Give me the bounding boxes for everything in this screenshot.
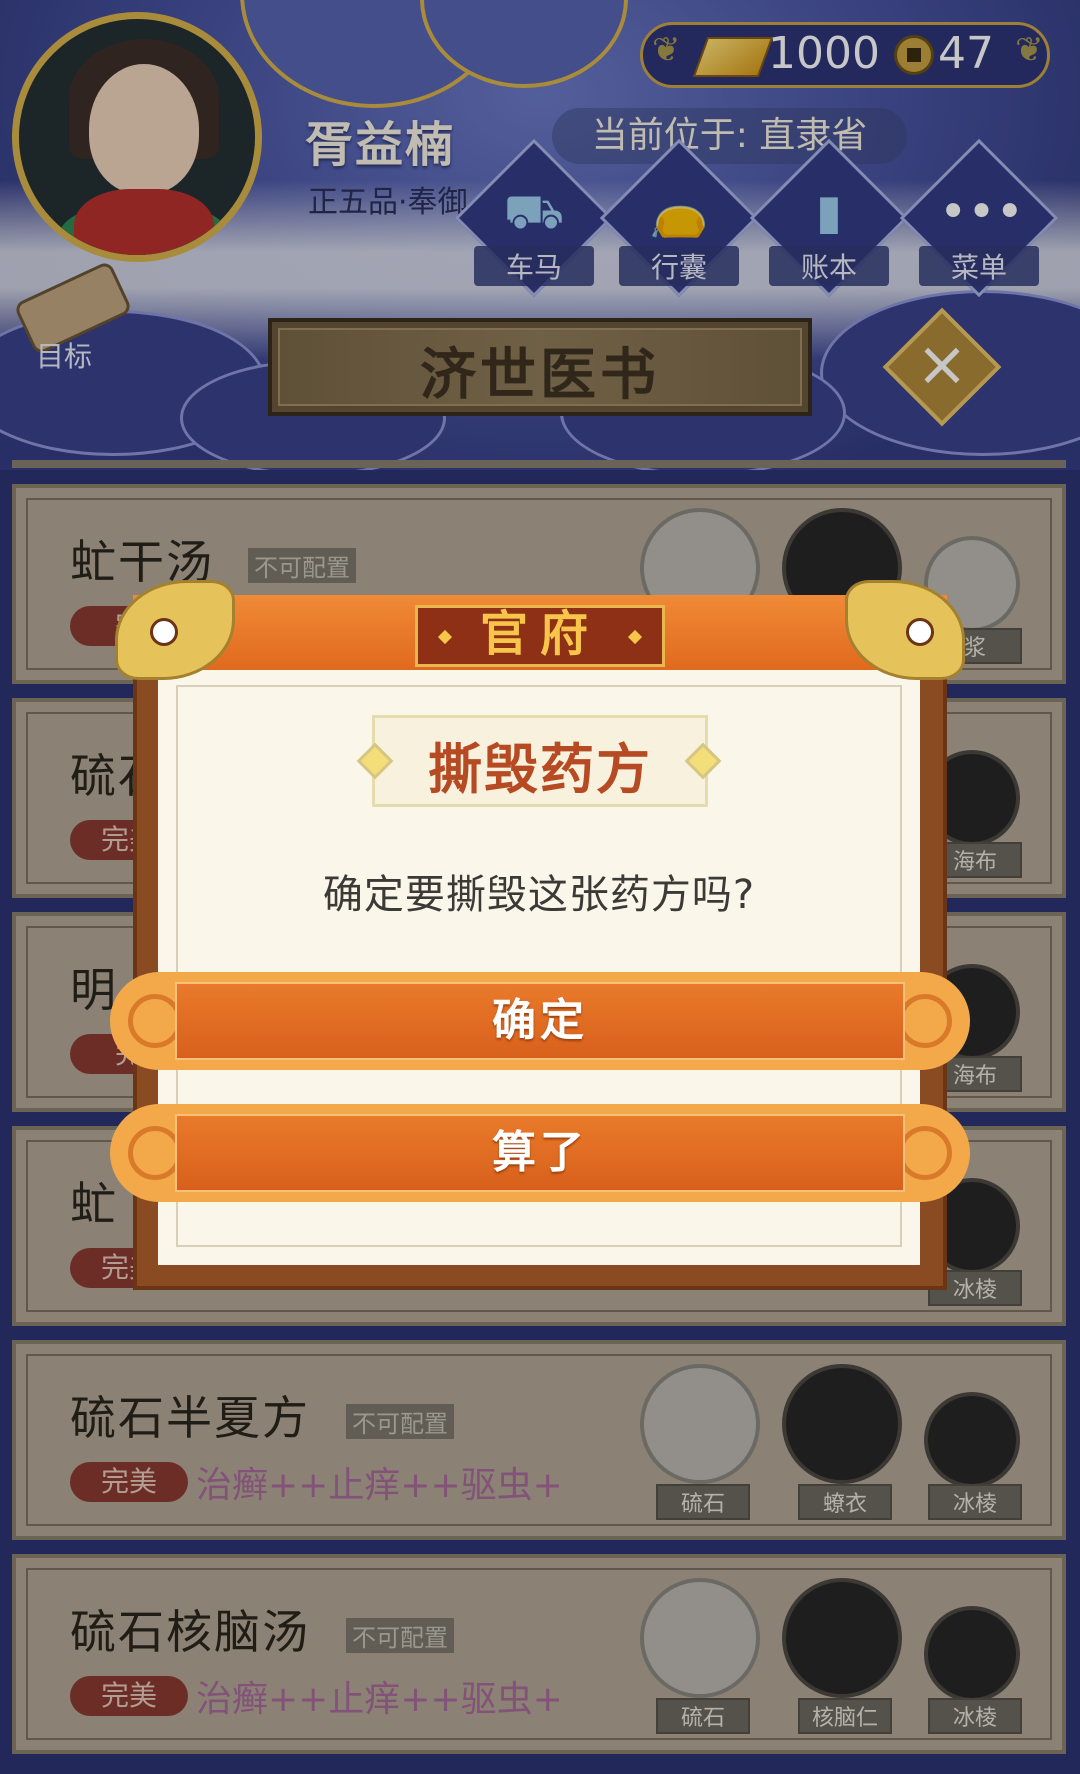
dialog-header: 官府	[479, 606, 600, 662]
ornament-hole	[906, 618, 934, 646]
cancel-label[interactable]: 算了	[110, 1104, 970, 1202]
dialog-title: 撕毁药方	[428, 738, 652, 801]
cancel-button[interactable]: 算了	[110, 1104, 970, 1202]
dialog-message: 确定要撕毁这张药方吗?	[322, 872, 756, 918]
ornament-hole	[150, 618, 178, 646]
confirm-label[interactable]: 确定	[110, 972, 970, 1070]
confirm-button[interactable]: 确定	[110, 972, 970, 1070]
